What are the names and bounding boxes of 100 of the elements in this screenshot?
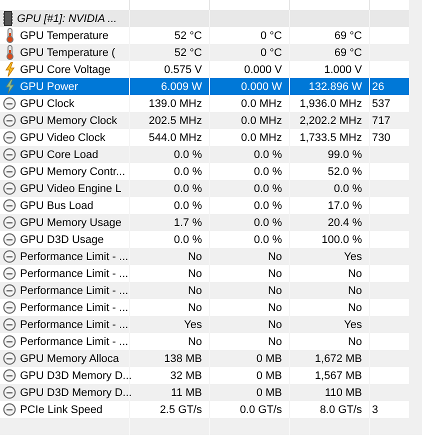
value-text: 0.0 %: [254, 234, 282, 246]
value-text: 1.7 %: [174, 216, 202, 228]
table-row[interactable]: GPU Memory Usage 1.7 % 0.0 % 20.4 %: [0, 214, 409, 231]
clock-icon: [3, 301, 16, 314]
value-text: 717: [372, 114, 390, 126]
clock-icon: [3, 114, 16, 127]
value-text: No: [188, 268, 202, 280]
clock-icon: [3, 182, 16, 195]
value-text: 544.0 MHz: [148, 132, 202, 144]
value-text: 139.0 MHz: [148, 98, 202, 110]
value-text: 1.000 V: [324, 64, 362, 76]
value-text: No: [188, 250, 202, 262]
clock-icon: [3, 335, 16, 348]
clock-icon: [3, 352, 16, 365]
sensor-name: GPU Core Load: [20, 148, 98, 160]
value-text: 0 °C: [260, 30, 282, 42]
value-text: No: [268, 250, 282, 262]
value-text: 1,567 MB: [314, 370, 362, 382]
value-text: No: [268, 302, 282, 314]
value-text: 1,936.0 MHz: [300, 98, 362, 110]
value-text: 0.0 %: [254, 148, 282, 160]
value-text: 0.0 %: [254, 182, 282, 194]
value-text: 2.5 GT/s: [160, 404, 202, 416]
clock-icon: [3, 267, 16, 280]
value-text: 730: [372, 132, 390, 144]
table-row[interactable]: Performance Limit - ... Yes No Yes: [0, 316, 409, 333]
value-text: 0.0 %: [174, 234, 202, 246]
table-row[interactable]: GPU Memory Alloca 138 MB 0 MB 1,672 MB: [0, 350, 409, 367]
value-text: 132.896 W: [308, 80, 362, 92]
sensor-name: GPU Memory Clock: [20, 114, 118, 126]
value-text: 0.0 MHz: [241, 98, 282, 110]
clock-icon: [3, 131, 16, 144]
value-text: Yes: [344, 318, 362, 330]
value-text: 2,202.2 MHz: [300, 114, 362, 126]
value-text: 6.009 W: [161, 80, 202, 92]
value-text: 17.0 %: [328, 200, 362, 212]
value-text: No: [348, 284, 362, 296]
value-text: 0.0 %: [334, 182, 362, 194]
value-text: No: [348, 336, 362, 348]
group-header[interactable]: GPU [#1]: NVIDIA ...: [0, 10, 409, 27]
value-text: 0.000 W: [241, 80, 282, 92]
value-text: No: [348, 302, 362, 314]
value-text: 0.0 %: [254, 166, 282, 178]
group-title: GPU [#1]: NVIDIA ...: [17, 12, 117, 24]
value-text: 0 °C: [260, 46, 282, 58]
clock-icon: [3, 199, 16, 212]
sensor-name: GPU D3D Memory D...: [20, 386, 132, 398]
clock-icon: [3, 386, 16, 399]
chip-icon: [3, 11, 13, 26]
sensor-name: GPU Temperature (: [20, 46, 116, 58]
value-text: 69 °C: [334, 46, 362, 58]
clock-icon: [3, 165, 16, 178]
value-text: 0 MB: [256, 370, 282, 382]
table-row[interactable]: GPU Temperature ( 52 °C 0 °C 69 °C: [0, 44, 409, 61]
sensor-name: GPU D3D Usage: [20, 234, 104, 246]
value-text: 100.0 %: [322, 234, 362, 246]
value-text: 32 MB: [170, 370, 202, 382]
clock-icon: [3, 369, 16, 382]
value-text: No: [188, 336, 202, 348]
value-text: No: [188, 284, 202, 296]
value-text: 1,733.5 MHz: [300, 132, 362, 144]
lightning-icon: [4, 79, 14, 94]
clock-icon: [3, 284, 16, 297]
value-text: 0.000 V: [244, 64, 282, 76]
sensor-name: GPU Clock: [20, 98, 74, 110]
sensor-name: GPU Memory Alloca: [20, 352, 120, 364]
value-text: 0.0 MHz: [241, 114, 282, 126]
sensor-name: Performance Limit - ...: [20, 318, 128, 330]
table-row[interactable]: GPU D3D Memory D... 11 MB 0 MB 110 MB: [0, 384, 409, 401]
sensor-name: Performance Limit - ...: [20, 268, 128, 280]
sensor-name: Performance Limit - ...: [20, 336, 128, 348]
clock-icon: [3, 97, 16, 110]
clock-icon: [3, 216, 16, 229]
table-row[interactable]: Performance Limit - ... No No No: [0, 282, 409, 299]
value-text: 0 MB: [256, 352, 282, 364]
value-text: 0 MB: [256, 386, 282, 398]
table-row[interactable]: GPU Memory Clock 202.5 MHz 0.0 MHz 2,202.2 MHz 717: [0, 112, 409, 129]
value-text: 99.0 %: [328, 148, 362, 160]
thermometer-icon: [4, 45, 14, 60]
table-row[interactable]: GPU Video Engine L 0.0 % 0.0 % 0.0 %: [0, 180, 409, 197]
sensor-name: GPU Memory Usage: [20, 216, 122, 228]
value-text: 69 °C: [334, 30, 362, 42]
value-text: 8.0 GT/s: [320, 404, 362, 416]
value-text: No: [348, 268, 362, 280]
value-text: No: [268, 268, 282, 280]
sensor-name: Performance Limit - ...: [20, 250, 128, 262]
value-text: 52 °C: [174, 46, 202, 58]
value-text: 52 °C: [174, 30, 202, 42]
value-text: 11 MB: [171, 386, 202, 398]
value-text: Yes: [344, 250, 362, 262]
sensor-name: GPU Video Clock: [20, 132, 106, 144]
value-text: 0.0 MHz: [241, 132, 282, 144]
value-text: 202.5 MHz: [148, 114, 202, 126]
table-row[interactable]: GPU Power 6.009 W 0.000 W 132.896 W 26: [0, 78, 409, 95]
sensor-name: Performance Limit - ...: [20, 284, 128, 296]
table-row[interactable]: GPU Core Load 0.0 % 0.0 % 99.0 %: [0, 146, 409, 163]
value-text: 0.0 %: [174, 148, 202, 160]
table-row[interactable]: Performance Limit - ... No No Yes: [0, 248, 409, 265]
sensor-name: GPU Core Voltage: [20, 64, 110, 76]
value-text: No: [268, 284, 282, 296]
